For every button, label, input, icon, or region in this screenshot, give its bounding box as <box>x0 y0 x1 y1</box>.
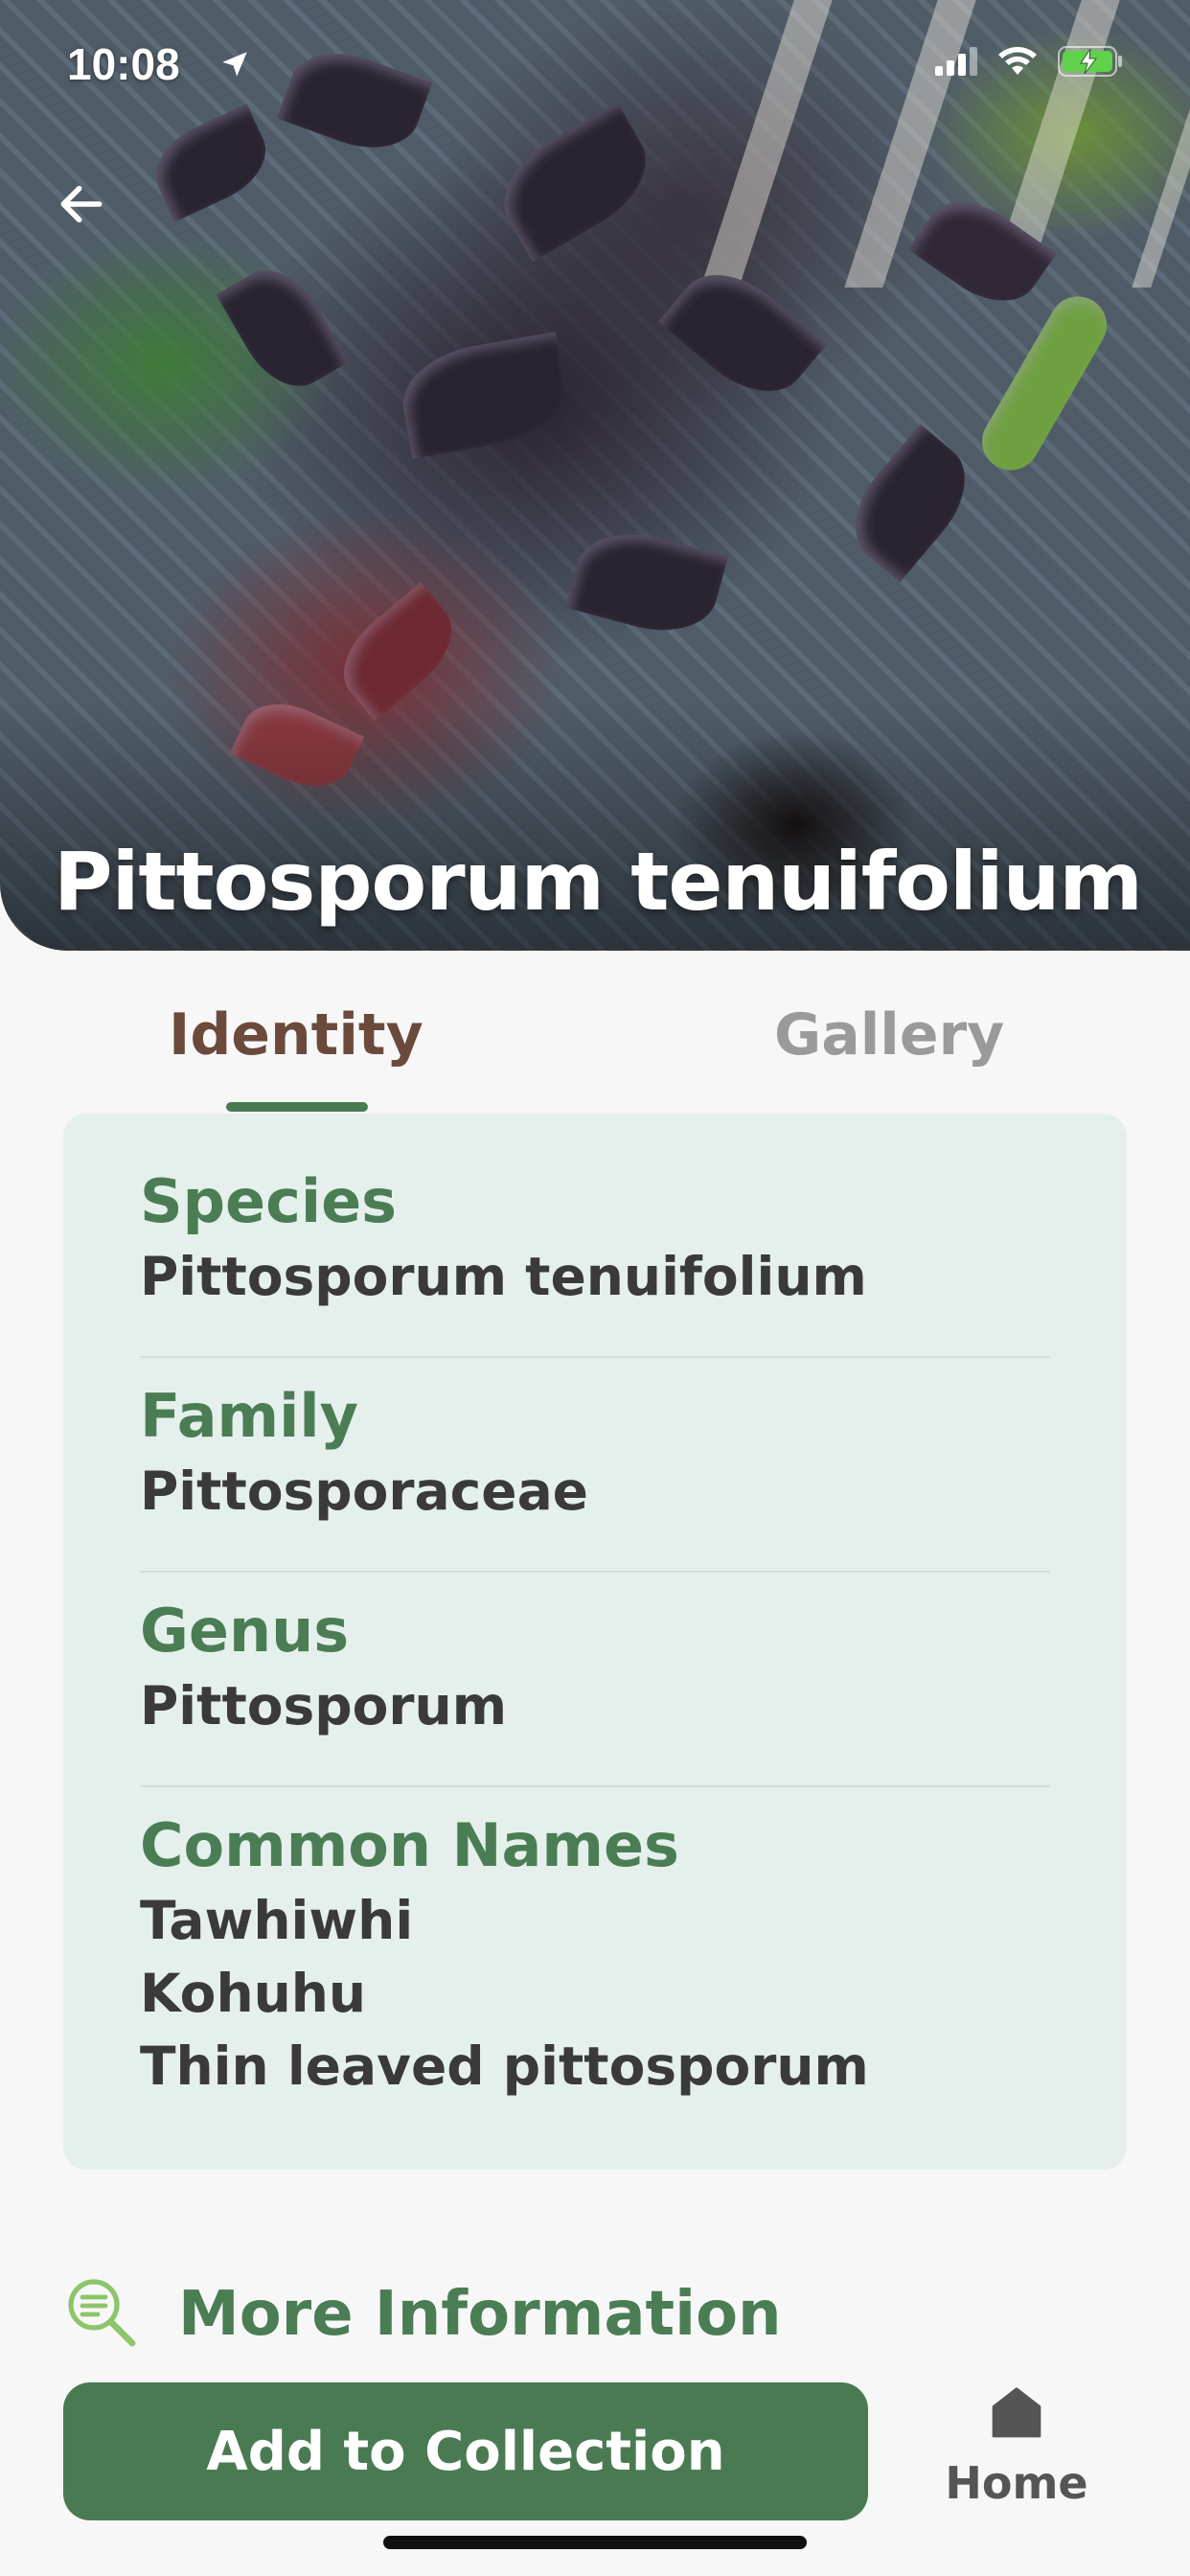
status-time: 10:08 <box>67 39 180 89</box>
common-name-item: Kohuhu <box>140 1963 367 2024</box>
tab-gallery[interactable]: Gallery <box>774 1001 1004 1069</box>
common-names-label: Common Names <box>140 1810 679 1880</box>
status-icons <box>935 46 1123 80</box>
tab-identity[interactable]: Identity <box>169 1001 423 1069</box>
search-text-icon <box>63 2274 140 2355</box>
species-field: Species Pittosporum tenuifolium <box>140 1163 1050 1313</box>
plant-photo: Pittosporum tenuifolium <box>0 0 1190 951</box>
leaf-shape <box>142 104 280 222</box>
leaf-shape <box>484 102 666 263</box>
tab-bar: Identity Gallery <box>0 1001 1190 1116</box>
leaf-shape <box>834 424 987 583</box>
signal-icon <box>935 47 977 80</box>
family-label: Family <box>140 1381 359 1451</box>
family-field: Family Pittosporaceae <box>140 1378 1050 1528</box>
species-label: Species <box>140 1166 398 1236</box>
more-information-label: More Information <box>178 2279 782 2350</box>
leaf-shape <box>972 286 1117 481</box>
location-arrow-icon <box>218 48 251 84</box>
add-to-collection-button[interactable]: Add to Collection <box>63 2382 868 2520</box>
common-name-item: Tawhiwhi <box>140 1890 414 1951</box>
arrow-left-icon <box>55 177 108 235</box>
leaf-shape <box>565 519 728 645</box>
divider <box>140 1356 1050 1358</box>
leaf-shape <box>276 36 433 165</box>
battery-charging-icon <box>1058 46 1123 80</box>
family-value: Pittosporaceae <box>140 1460 588 1522</box>
leaf-shape <box>325 582 470 722</box>
common-names-field: Common Names Tawhiwhi Kohuhu Thin leaved… <box>140 1807 1050 2103</box>
back-button[interactable] <box>48 172 115 240</box>
genus-value: Pittosporum <box>140 1675 508 1736</box>
home-label: Home <box>945 2457 1088 2509</box>
identity-card: Species Pittosporum tenuifolium Family P… <box>63 1114 1127 2170</box>
page-title: Pittosporum tenuifolium <box>54 835 1143 929</box>
genus-field: Genus Pittosporum <box>140 1593 1050 1742</box>
divider <box>140 1785 1050 1787</box>
home-icon <box>986 2382 1047 2448</box>
leaf-shape <box>216 253 350 403</box>
wifi-icon <box>996 46 1039 80</box>
species-value: Pittosporum tenuifolium <box>140 1246 867 1307</box>
more-information-link[interactable]: More Information <box>63 2266 782 2362</box>
home-nav-button[interactable]: Home <box>926 2382 1108 2526</box>
active-tab-indicator <box>226 1102 368 1112</box>
leaf-shape <box>395 332 573 459</box>
genus-label: Genus <box>140 1596 350 1666</box>
home-indicator <box>383 2536 807 2549</box>
divider <box>140 1571 1050 1573</box>
common-name-item: Thin leaved pittosporum <box>140 2036 869 2097</box>
